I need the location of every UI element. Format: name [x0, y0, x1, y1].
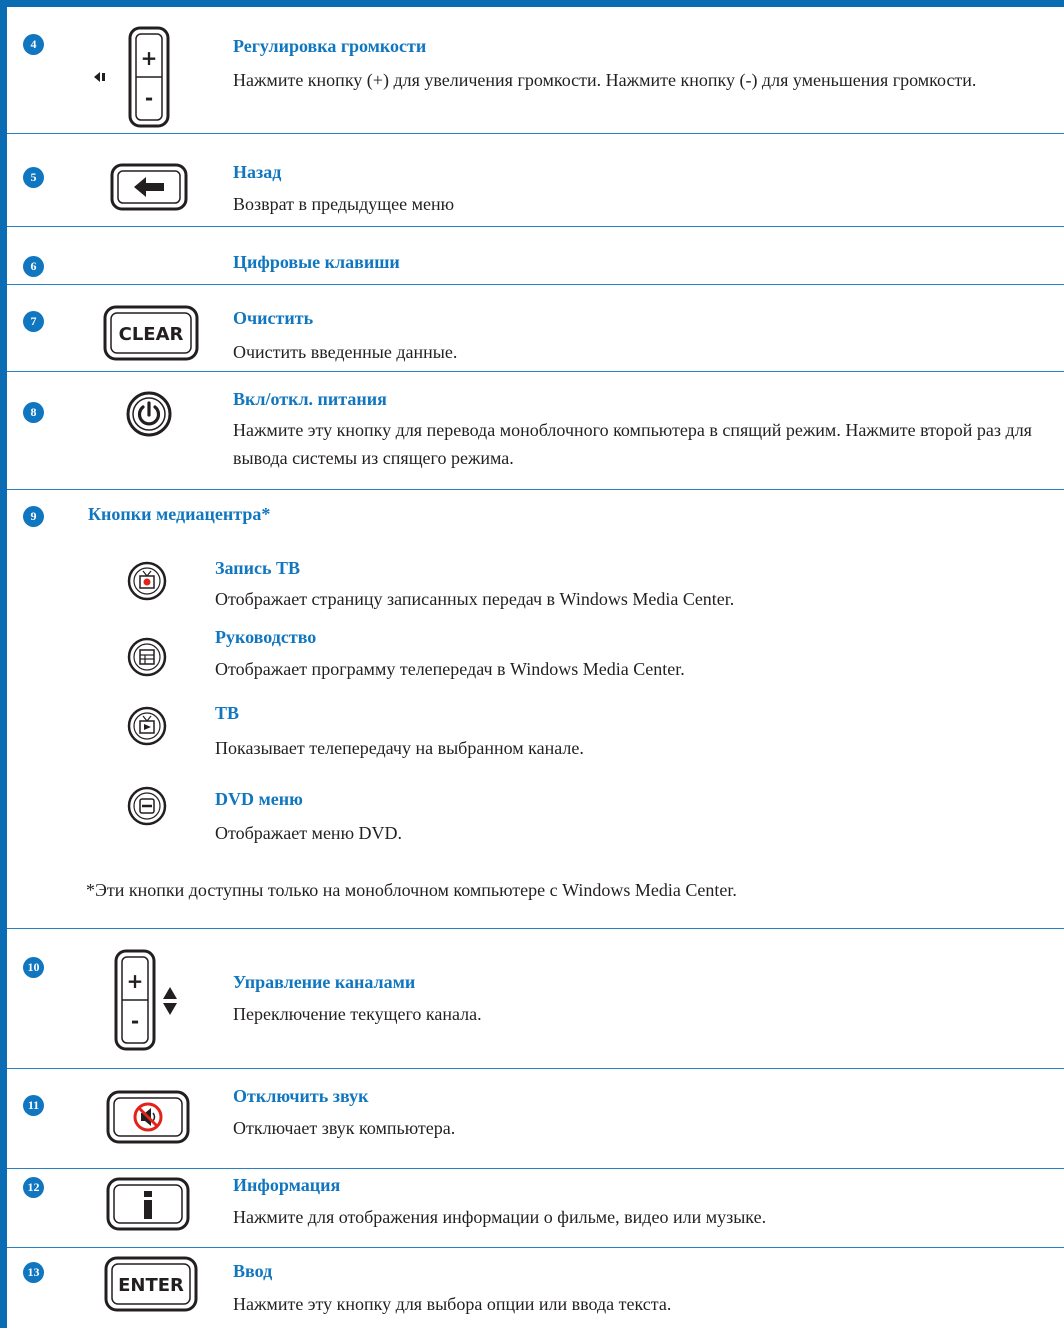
item-number: 8	[23, 402, 44, 423]
item-title: Цифровые клавиши	[233, 252, 400, 272]
subitem-title: ТВ	[215, 703, 240, 723]
item-title: Назад	[233, 162, 282, 182]
svg-text:+: +	[141, 46, 158, 70]
item-title: Информация	[233, 1175, 341, 1195]
item-number: 11	[23, 1095, 44, 1116]
item-title: Регулировка громкости	[233, 36, 427, 56]
dvd-menu-icon	[127, 786, 167, 826]
item-number: 10	[23, 957, 44, 978]
item-description: Возврат в предыдущее меню	[233, 194, 455, 214]
item-description: Переключение текущего канала.	[233, 1004, 482, 1024]
enter-button-icon: ENTER	[104, 1256, 198, 1312]
item-description: Отключает звук компьютера.	[233, 1118, 456, 1138]
left-border	[0, 0, 7, 1328]
power-icon	[126, 391, 172, 437]
subitem-title: Руководство	[215, 627, 317, 647]
item-title: Очистить	[233, 308, 314, 328]
item-number: 7	[23, 311, 44, 332]
top-border	[0, 0, 1064, 7]
channel-rocker-icon: + -	[114, 949, 177, 1051]
item-description: Нажмите кнопку (+) для увеличения громко…	[233, 70, 977, 90]
item-number: 9	[23, 506, 44, 527]
item-description: Нажмите для отображения информации о фил…	[233, 1207, 767, 1227]
page: 4 + - Регулировка громкости Нажмите кноп…	[0, 0, 1064, 1328]
subitem-description: Отображает страницу записанных передач в…	[215, 589, 735, 609]
info-icon	[106, 1177, 190, 1231]
subitem-title: Запись ТВ	[215, 558, 301, 578]
item-number: 12	[23, 1177, 44, 1198]
svg-text:-: -	[145, 86, 153, 110]
subitem-description: Отображает меню DVD.	[215, 823, 403, 843]
svg-text:CLEAR: CLEAR	[119, 324, 184, 345]
live-tv-icon	[127, 706, 167, 746]
subitem-title: DVD меню	[215, 789, 303, 809]
item-title: Кнопки медиацентра*	[88, 504, 271, 524]
recorded-tv-icon	[127, 561, 167, 601]
item-title: Управление каналами	[233, 972, 416, 992]
item-description: Нажмите эту кнопку для выбора опции или …	[233, 1294, 672, 1314]
item-number: 6	[23, 256, 44, 277]
subitem-description: Показывает телепередачу на выбранном кан…	[215, 738, 584, 758]
subitem-description: Отображает программу телепередач в Windo…	[215, 659, 685, 679]
row-digits	[7, 226, 1064, 285]
guide-icon	[127, 637, 167, 677]
item-title: Ввод	[233, 1261, 273, 1281]
item-number: 13	[23, 1262, 44, 1283]
item-title: Отключить звук	[233, 1086, 369, 1106]
item-title: Вкл/откл. питания	[233, 389, 387, 409]
item-number: 4	[23, 34, 44, 55]
clear-button-icon: CLEAR	[103, 305, 199, 361]
svg-text:-: -	[131, 1009, 139, 1033]
back-arrow-icon	[110, 163, 188, 211]
mute-icon	[106, 1090, 190, 1144]
item-description: Нажмите эту кнопку для перевода моноблоч…	[233, 420, 1032, 468]
volume-rocker-icon: + -	[94, 26, 170, 128]
svg-text:+: +	[127, 969, 144, 993]
footnote: *Эти кнопки доступны только на моноблочн…	[86, 880, 737, 900]
item-description: Очистить введенные данные.	[233, 342, 458, 362]
item-number: 5	[23, 167, 44, 188]
svg-text:ENTER: ENTER	[118, 1275, 184, 1296]
